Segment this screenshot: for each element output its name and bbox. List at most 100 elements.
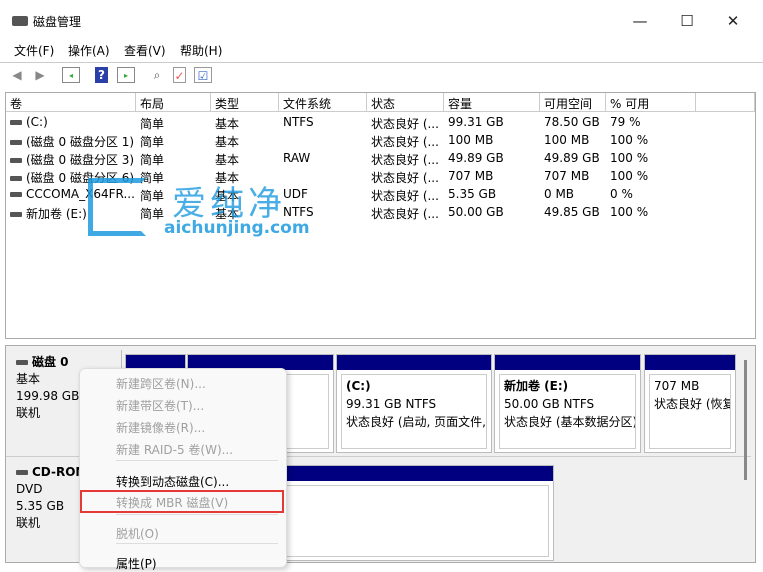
cell-text: 简单: [140, 189, 165, 203]
filesystem-cell: RAW: [283, 151, 310, 165]
disk-icon: [10, 158, 22, 163]
cell-text: 基本: [215, 135, 240, 149]
menu-view[interactable]: 查看(V): [124, 42, 166, 59]
cell-text: 基本: [215, 207, 240, 221]
free-space-cell: 707 MB: [544, 169, 589, 183]
status-cell: 状态良好 (...: [371, 133, 439, 150]
partition-status: 状态良好 (基本数据分区): [504, 415, 636, 429]
partition-title: (C:): [346, 379, 371, 393]
volume-cell: 新加卷 (E:): [10, 205, 87, 222]
cell-text: 0 %: [610, 187, 633, 201]
cell-text: 100 %: [610, 205, 649, 219]
table-row[interactable]: (磁盘 0 磁盘分区 1) 简单 基本 状态良好 (... 100 MB 100 MB 10…: [6, 131, 751, 149]
table-row[interactable]: (磁盘 0 磁盘分区 6) 简单 基本 状态良好 (... 707 MB 707 MB 10…: [6, 167, 751, 185]
disk-icon: [10, 176, 22, 181]
table-row[interactable]: 新加卷 (E:) 简单 基本 NTFS 状态良好 (... 50.00 GB 49.85 G…: [6, 203, 751, 221]
menu-file[interactable]: 文件(F): [14, 42, 54, 59]
highlight-box: [80, 490, 284, 513]
cell-text: 707 MB: [544, 169, 590, 183]
menu-action[interactable]: 操作(A): [68, 42, 110, 59]
cell-text: 新加卷 (E:): [26, 207, 87, 221]
disk0-partition[interactable]: 新加卷 (E:) 50.00 GB NTFS 状态良好 (基本数据分区): [494, 354, 641, 453]
table-row[interactable]: (磁盘 0 磁盘分区 3) 简单 基本 RAW 状态良好 (... 49.89 GB 49.…: [6, 149, 751, 167]
menu-item[interactable]: 属性(P): [116, 555, 157, 572]
disk0-name: 磁盘 0: [32, 355, 69, 369]
cell-text: CCCOMA_X64FR...: [26, 187, 135, 201]
menu-help[interactable]: 帮助(H): [180, 42, 222, 59]
free-space-cell: 78.50 GB: [544, 115, 600, 129]
partition-status: 状态良好 (启动, 页面文件,: [346, 415, 486, 429]
cell-text: 5.35 GB: [448, 187, 497, 201]
menu-bar: 文件(F) 操作(A) 查看(V) 帮助(H): [0, 38, 763, 60]
cell-text: 100 MB: [448, 133, 494, 147]
minimize-button[interactable]: —: [625, 8, 655, 34]
cell-text: 基本: [215, 117, 240, 131]
action-pane-icon[interactable]: ▸: [117, 67, 135, 83]
layout-cell: 简单: [140, 115, 164, 132]
cell-text: RAW: [283, 151, 311, 165]
menu-item[interactable]: 新建跨区卷(N)...: [116, 375, 206, 392]
capacity-cell: 707 MB: [448, 169, 493, 183]
type-cell: 基本: [215, 133, 239, 150]
col-status[interactable]: 状态: [367, 93, 444, 112]
partition-size: 99.31 GB NTFS: [346, 397, 437, 411]
disk0-partition[interactable]: (C:) 99.31 GB NTFS 状态良好 (启动, 页面文件,: [336, 354, 492, 453]
col-free-space[interactable]: 可用空间: [540, 93, 606, 112]
menu-item[interactable]: 新建 RAID-5 卷(W)...: [116, 441, 233, 458]
col-filesystem[interactable]: 文件系统: [279, 93, 367, 112]
cell-text: 简单: [140, 117, 165, 131]
checklist-icon[interactable]: ☑: [194, 67, 212, 83]
cell-text: NTFS: [283, 205, 314, 219]
col-percent-free[interactable]: % 可用: [606, 93, 696, 112]
cell-text: 状态良好 (...: [371, 189, 439, 203]
menu-item[interactable]: 脱机(O): [116, 525, 159, 542]
console-tree-icon[interactable]: ◂: [62, 67, 80, 83]
status-cell: 状态良好 (...: [371, 205, 439, 222]
percent-free-cell: 100 %: [610, 133, 648, 147]
table-row[interactable]: CCCOMA_X64FR... 简单 基本 UDF 状态良好 (... 5.35 GB 0 …: [6, 185, 751, 203]
partition-bar: [337, 355, 491, 370]
free-space-cell: 49.85 GB: [544, 205, 600, 219]
cell-text: 707 MB: [448, 169, 494, 183]
col-type[interactable]: 类型: [211, 93, 279, 112]
vertical-scrollbar[interactable]: [744, 360, 747, 480]
cell-text: 100 %: [610, 169, 649, 183]
volume-cell: (C:): [10, 115, 48, 129]
partition-status: 状态良好 (恢复: [654, 397, 731, 411]
disk0-partition[interactable]: 707 MB 状态良好 (恢复: [644, 354, 736, 453]
forward-icon[interactable]: ▶: [31, 67, 49, 83]
menu-separator: [116, 514, 278, 515]
disk-icon: [10, 212, 22, 217]
partition-info: (C:) 99.31 GB NTFS 状态良好 (启动, 页面文件,: [341, 374, 487, 449]
table-row[interactable]: (C:) 简单 基本 NTFS 状态良好 (... 99.31 GB 78.50 GB 79 …: [6, 113, 751, 131]
disk-icon: [10, 120, 22, 125]
cell-text: (磁盘 0 磁盘分区 6): [26, 171, 135, 185]
menu-item[interactable]: 新建带区卷(T)...: [116, 397, 204, 414]
maximize-button[interactable]: ☐: [672, 8, 702, 34]
cell-text: 0 MB: [544, 187, 575, 201]
partition-info: 新加卷 (E:) 50.00 GB NTFS 状态良好 (基本数据分区): [499, 374, 636, 449]
menu-item[interactable]: 新建镜像卷(R)...: [116, 419, 205, 436]
status-cell: 状态良好 (...: [371, 151, 439, 168]
back-icon[interactable]: ◀: [8, 67, 26, 83]
connect-disk-icon[interactable]: ⌕: [148, 67, 166, 83]
type-cell: 基本: [215, 169, 239, 186]
layout-cell: 简单: [140, 169, 164, 186]
partition-bar: [495, 355, 640, 370]
menu-item[interactable]: 转换到动态磁盘(C)...: [116, 473, 229, 490]
col-layout[interactable]: 布局: [136, 93, 211, 112]
window-title: 磁盘管理: [33, 15, 82, 29]
capacity-cell: 100 MB: [448, 133, 493, 147]
capacity-cell: 49.89 GB: [448, 151, 504, 165]
cell-text: 状态良好 (...: [371, 171, 439, 185]
col-capacity[interactable]: 容量: [444, 93, 540, 112]
disk-management-icon: [12, 16, 28, 26]
close-button[interactable]: ✕: [718, 8, 748, 34]
partition-size: 50.00 GB NTFS: [504, 397, 595, 411]
col-volume[interactable]: 卷: [6, 93, 136, 112]
properties-check-icon[interactable]: ✓: [173, 67, 186, 83]
cell-text: 49.89 GB: [448, 151, 504, 165]
cell-text: 100 MB: [544, 133, 590, 147]
cell-text: NTFS: [283, 115, 314, 129]
help-icon[interactable]: ?: [95, 67, 108, 83]
